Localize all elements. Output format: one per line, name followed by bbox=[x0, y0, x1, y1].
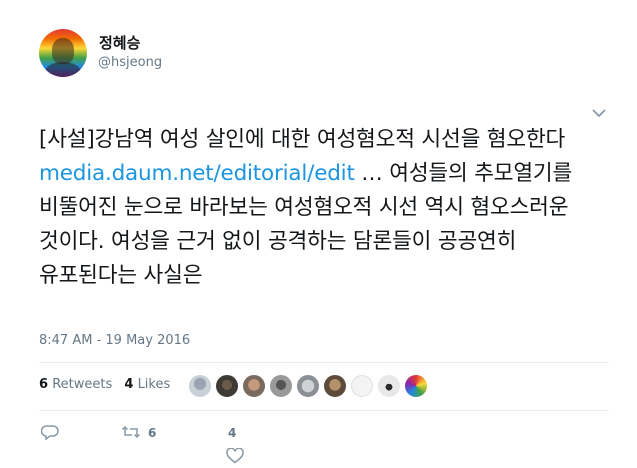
liker-avatar[interactable] bbox=[215, 374, 239, 398]
likes-count: 4 bbox=[124, 377, 134, 392]
avatar-shoulders bbox=[45, 62, 81, 77]
liker-avatar[interactable] bbox=[404, 374, 428, 398]
retweet-icon[interactable] bbox=[121, 424, 141, 440]
reply-icon[interactable] bbox=[41, 424, 59, 440]
chevron-down-icon[interactable] bbox=[590, 106, 608, 120]
timestamp[interactable]: 8:47 AM - 19 May 2016 bbox=[39, 333, 190, 348]
liker-avatar[interactable] bbox=[296, 374, 320, 398]
tweet-text: [사설]강남역 여성 살인에 대한 여성혐오적 시선을 혐오한다 media.d… bbox=[39, 123, 609, 293]
heart-icon[interactable] bbox=[226, 448, 244, 464]
divider bbox=[39, 362, 609, 363]
retweets-label: Retweets bbox=[52, 377, 113, 392]
divider bbox=[39, 410, 609, 411]
liker-avatar[interactable] bbox=[350, 374, 374, 398]
retweet-count: 6 bbox=[148, 426, 157, 440]
engagement-stats: 6 Retweets 4 Likes bbox=[39, 377, 178, 392]
liker-avatar[interactable] bbox=[377, 374, 401, 398]
liker-avatar[interactable] bbox=[188, 374, 212, 398]
tweet-text-part: [사설]강남역 여성 살인에 대한 여성혐오적 시선을 혐오한다 bbox=[39, 127, 566, 152]
retweets-count: 6 bbox=[39, 377, 49, 392]
liker-avatar[interactable] bbox=[269, 374, 293, 398]
likes-stat[interactable]: 4 Likes bbox=[124, 377, 170, 392]
display-name[interactable]: 정혜승 bbox=[99, 32, 140, 53]
likes-label: Likes bbox=[137, 377, 171, 392]
tweet-card: 정혜승 @hsjeong [사설]강남역 여성 살인에 대한 여성혐오적 시선을… bbox=[0, 0, 637, 468]
like-count: 4 bbox=[228, 426, 237, 440]
avatar[interactable] bbox=[39, 29, 87, 77]
retweets-stat[interactable]: 6 Retweets bbox=[39, 377, 112, 392]
user-handle[interactable]: @hsjeong bbox=[98, 55, 162, 70]
tweet-link[interactable]: media.daum.net/editorial/edit bbox=[39, 161, 355, 186]
liker-avatar[interactable] bbox=[323, 374, 347, 398]
avatar-face bbox=[52, 38, 74, 64]
liker-avatar[interactable] bbox=[242, 374, 266, 398]
